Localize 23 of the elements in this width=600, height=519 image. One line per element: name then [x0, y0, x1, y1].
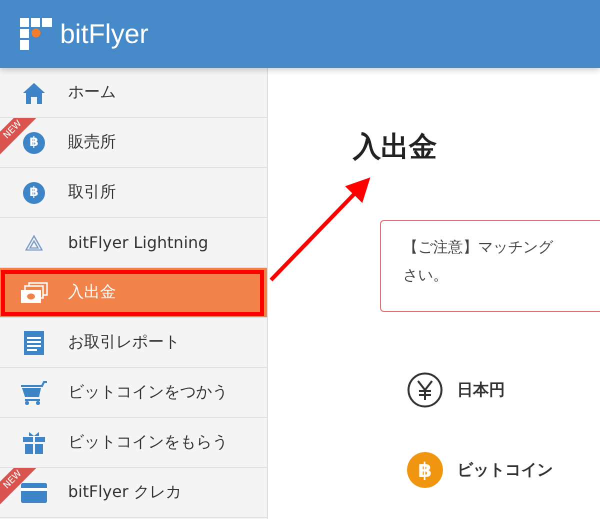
- bitcoin-icon: ฿: [407, 452, 443, 488]
- logo-text[interactable]: bitFlyer: [60, 18, 149, 50]
- logo-icon: [20, 18, 52, 50]
- home-icon: [22, 80, 46, 104]
- sidebar-item[interactable]: お取引レポート: [0, 318, 267, 368]
- bitcoin-icon: ฿: [23, 132, 45, 154]
- page-title: 入出金: [353, 129, 438, 165]
- sidebar-item[interactable]: ビットコインをもらう: [0, 418, 267, 468]
- currency-label[interactable]: 日本円: [457, 380, 505, 400]
- notice-text: 【ご注意】マッチング: [403, 237, 553, 258]
- sidebar-item[interactable]: ฿ 取引所: [0, 168, 267, 218]
- currency-label[interactable]: ビットコイン: [457, 460, 553, 480]
- document-icon: [24, 330, 44, 354]
- banknote-icon: [20, 282, 48, 304]
- yen-icon: [407, 372, 443, 408]
- gift-icon: [22, 430, 46, 454]
- sidebar-item[interactable]: ホーム: [0, 68, 267, 118]
- cart-icon: [21, 380, 47, 404]
- triangle-icon: [25, 234, 43, 250]
- notice-text: さい。: [403, 265, 448, 286]
- bitcoin-icon: ฿: [23, 182, 45, 204]
- sidebar-item[interactable]: ビットコインをつかう: [0, 368, 267, 418]
- card-icon: [21, 482, 47, 502]
